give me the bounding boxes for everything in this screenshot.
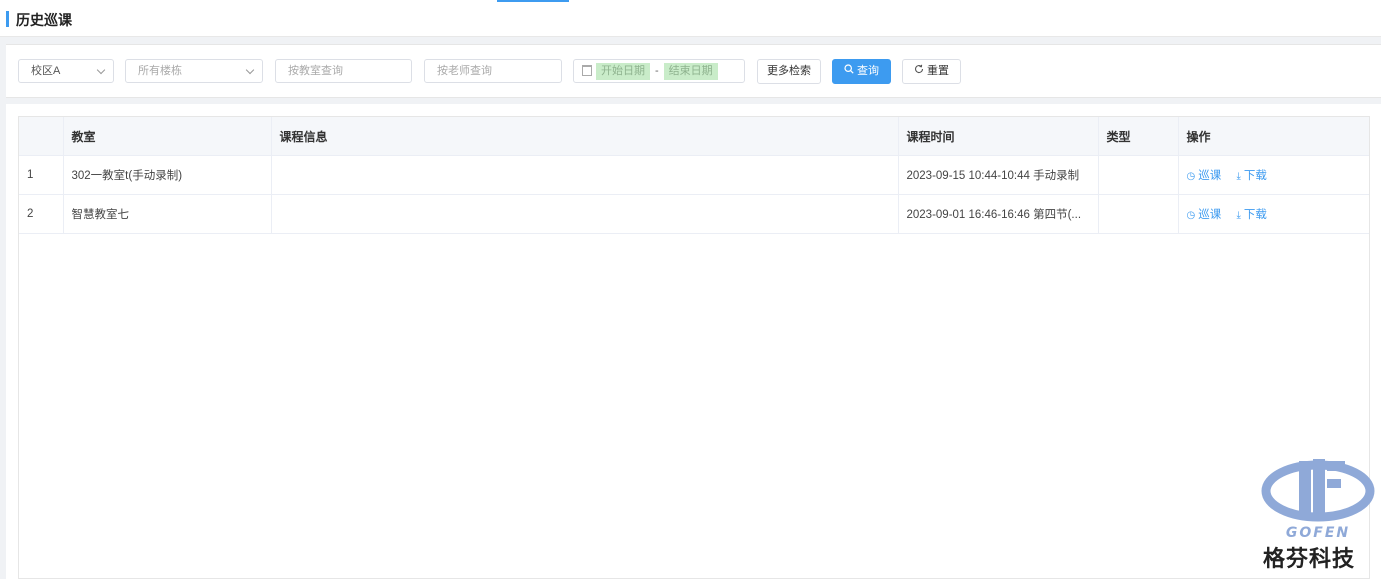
table-row: 2 智慧教室七 2023-09-01 16:46-16:46 第四节(... ◷… (19, 194, 1369, 234)
filter-panel: 校区A 所有楼栋 按教室查询 按老师查询 开始日期 - 结束日期 更多检索 查询 重… (6, 44, 1381, 98)
teacher-search-placeholder: 按老师查询 (437, 65, 492, 77)
classroom-search-placeholder: 按教室查询 (288, 65, 343, 77)
classroom-search-input[interactable]: 按教室查询 (275, 59, 412, 83)
reset-button[interactable]: 重置 (902, 59, 961, 84)
column-header-index (19, 117, 64, 156)
table-row: 1 302一教室t(手动录制) 2023-09-15 10:44-10:44 手… (19, 155, 1369, 195)
start-date-input[interactable]: 开始日期 (596, 62, 650, 80)
column-header-actions: 操作 (1178, 117, 1369, 156)
column-header-course-time: 课程时间 (898, 117, 1099, 156)
download-icon: ⤓ (1236, 171, 1241, 182)
column-header-course-info: 课程信息 (271, 117, 899, 156)
teacher-search-input[interactable]: 按老师查询 (424, 59, 562, 83)
row-classroom: 智慧教室七 (63, 194, 272, 234)
row-course-time: 2023-09-01 16:46-16:46 第四节(... (898, 194, 1099, 234)
more-search-label: 更多检索 (767, 65, 811, 77)
calendar-icon (582, 64, 592, 76)
date-range-picker[interactable]: 开始日期 - 结束日期 (573, 59, 745, 83)
row-actions: ◷ 巡课 ⤓ 下载 (1178, 194, 1369, 234)
patrol-label: 巡课 (1198, 209, 1222, 221)
campus-select-value: 校区A (31, 65, 61, 77)
reset-label: 重置 (927, 65, 949, 77)
building-select-placeholder: 所有楼栋 (138, 65, 182, 77)
patrol-link[interactable]: ◷ 巡课 (1187, 206, 1222, 222)
search-button[interactable]: 查询 (832, 59, 891, 84)
more-search-button[interactable]: 更多检索 (757, 59, 821, 84)
download-link[interactable]: ⤓ 下载 (1236, 206, 1266, 222)
download-label: 下载 (1243, 209, 1267, 221)
row-index: 1 (19, 155, 64, 195)
refresh-icon (914, 60, 924, 83)
row-course-info (271, 194, 899, 234)
gofen-logo-icon: GOFEN (1261, 459, 1375, 541)
row-course-time: 2023-09-15 10:44-10:44 手动录制 (898, 155, 1099, 195)
search-icon (844, 60, 854, 83)
download-icon: ⤓ (1236, 210, 1241, 221)
content-panel: 教室 课程信息 课程时间 类型 操作 1 302一教室t(手动录制) 2023-… (6, 104, 1381, 579)
page-header: 历史巡课 (0, 0, 1381, 37)
campus-select[interactable]: 校区A (18, 59, 114, 83)
history-table: 教室 课程信息 课程时间 类型 操作 1 302一教室t(手动录制) 2023-… (18, 116, 1370, 579)
download-link[interactable]: ⤓ 下载 (1236, 167, 1266, 183)
clock-icon: ◷ (1186, 171, 1196, 182)
active-tab-indicator (497, 0, 569, 2)
table-header-row: 教室 课程信息 课程时间 类型 操作 (19, 117, 1369, 156)
title-accent-bar (6, 11, 9, 27)
gofen-watermark-logo: GOFEN 格芬科技 (1255, 455, 1381, 579)
building-select[interactable]: 所有楼栋 (125, 59, 263, 83)
date-separator: - (655, 65, 659, 78)
brand-en-text: GOFEN (1286, 525, 1350, 541)
page-title: 历史巡课 (16, 12, 72, 28)
search-label: 查询 (857, 65, 879, 77)
row-actions: ◷ 巡课 ⤓ 下载 (1178, 155, 1369, 195)
row-type (1098, 155, 1179, 195)
patrol-link[interactable]: ◷ 巡课 (1187, 167, 1222, 183)
row-type (1098, 194, 1179, 234)
column-header-type: 类型 (1098, 117, 1179, 156)
download-label: 下载 (1243, 170, 1267, 182)
clock-icon: ◷ (1186, 210, 1196, 221)
brand-cn-text: 格芬科技 (1263, 547, 1356, 572)
row-classroom: 302一教室t(手动录制) (63, 155, 272, 195)
column-header-classroom: 教室 (63, 117, 272, 156)
patrol-label: 巡课 (1198, 170, 1222, 182)
end-date-input[interactable]: 结束日期 (663, 62, 718, 80)
row-index: 2 (19, 194, 64, 234)
row-course-info (271, 155, 899, 195)
chevron-down-icon (245, 65, 255, 75)
chevron-down-icon (96, 65, 106, 75)
